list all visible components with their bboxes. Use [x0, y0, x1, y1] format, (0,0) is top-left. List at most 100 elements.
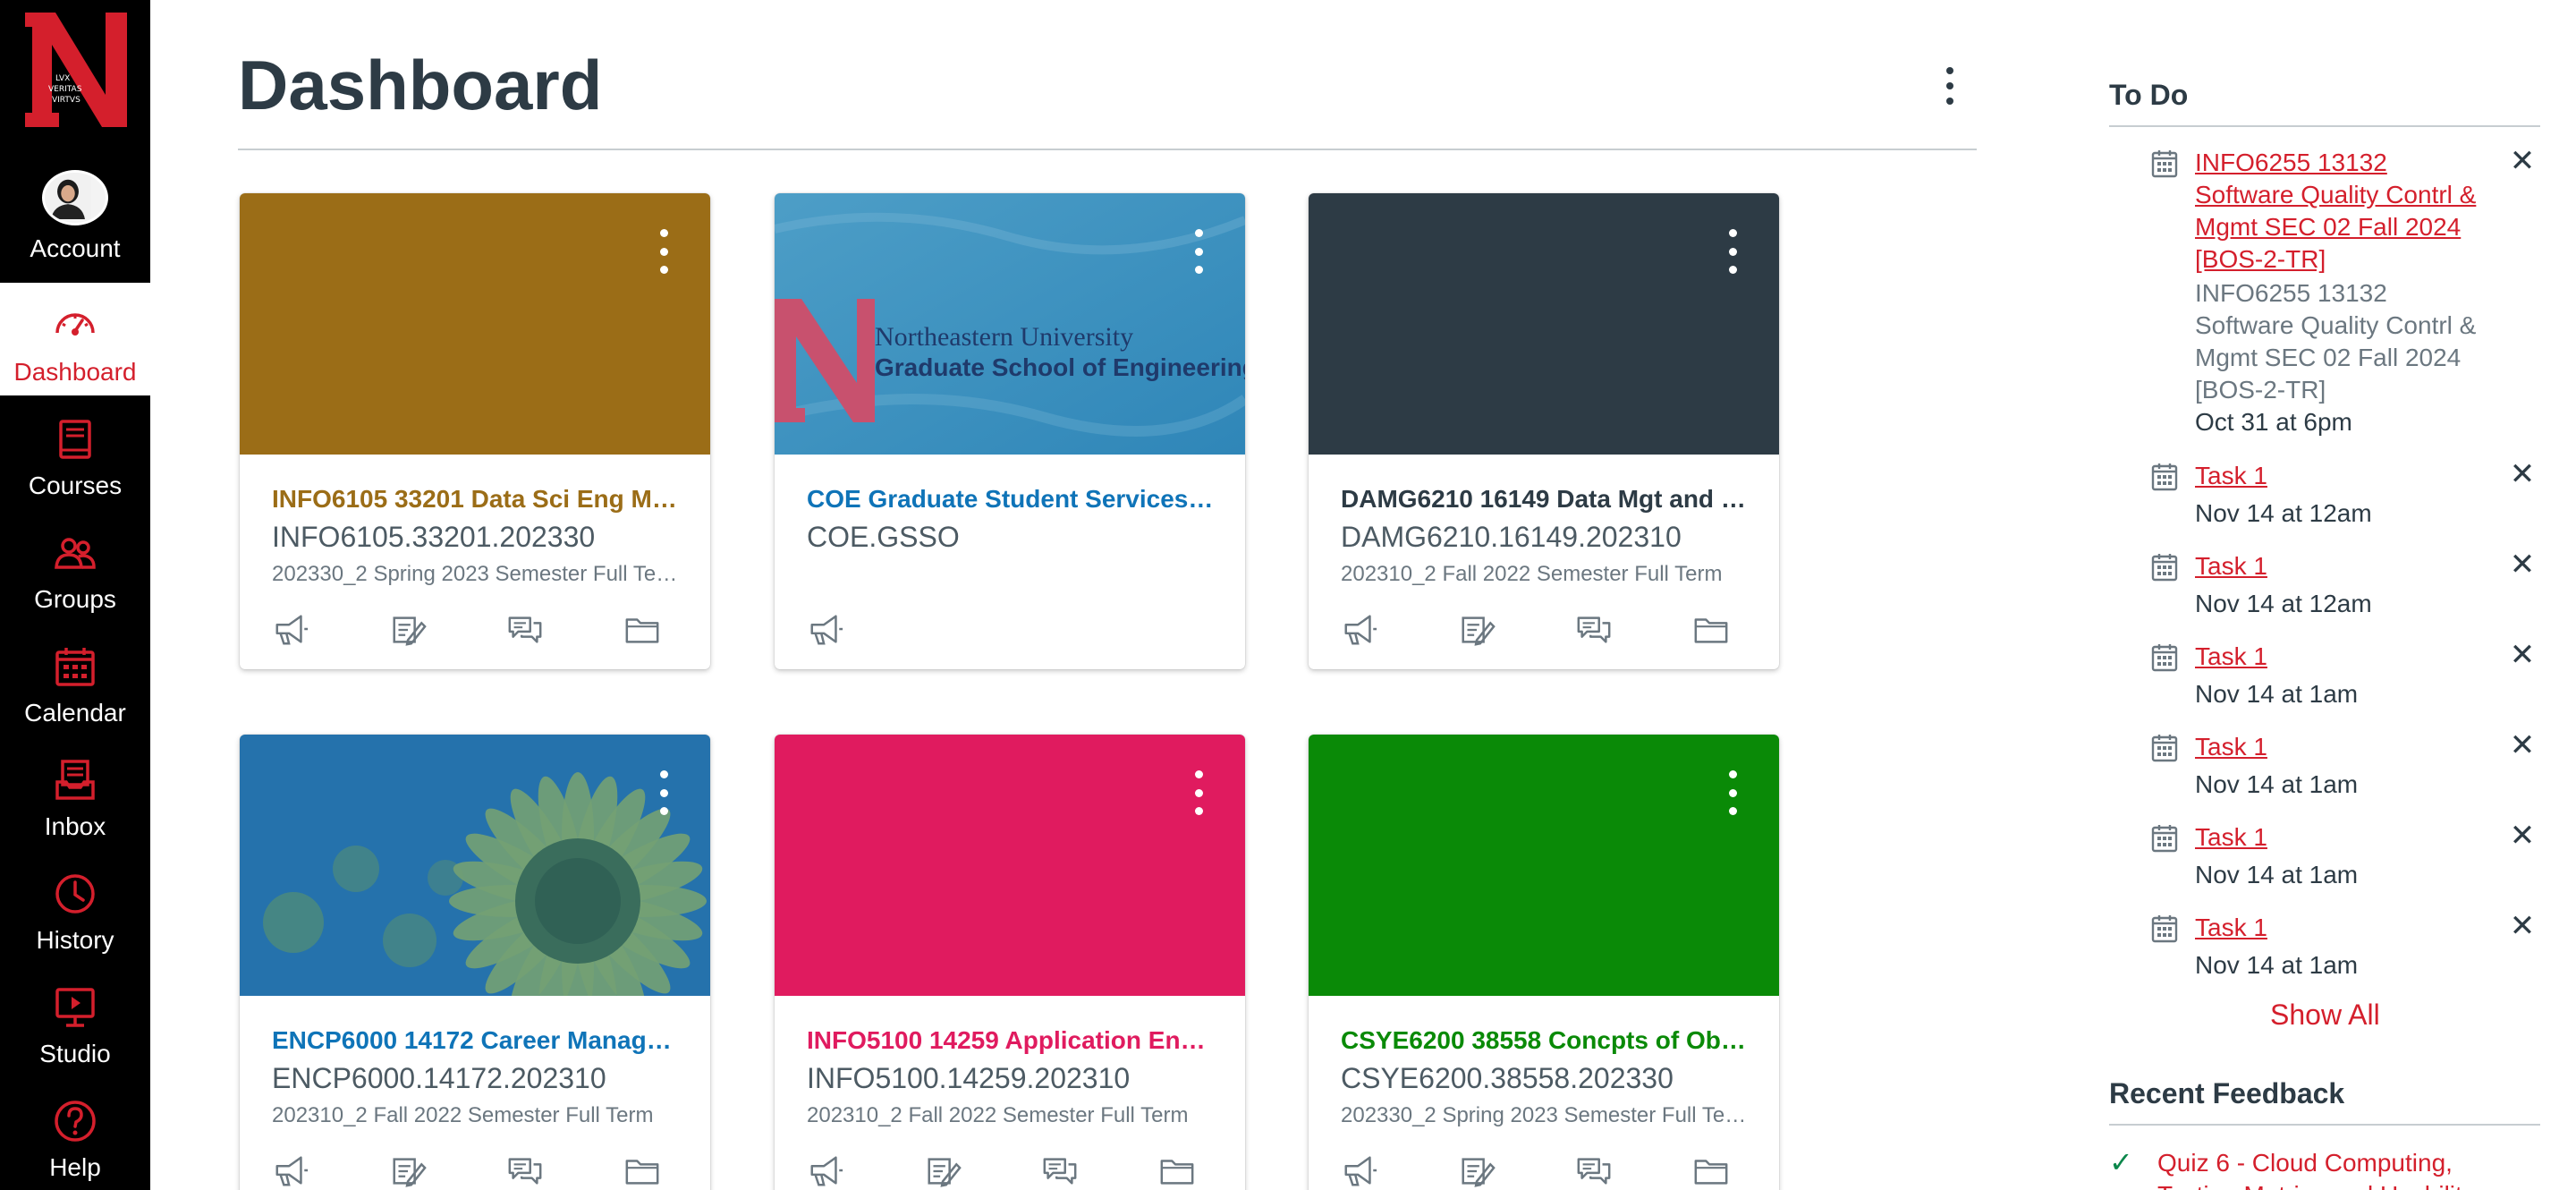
nav-dashboard[interactable]: Dashboard	[0, 283, 150, 395]
dismiss-button[interactable]: ✕	[2508, 548, 2537, 582]
course-card-assignments-button[interactable]	[924, 1150, 1041, 1190]
courses-icon	[59, 420, 91, 459]
course-card-files-button[interactable]	[623, 608, 710, 651]
nav-groups[interactable]: Groups	[0, 510, 150, 623]
course-card-options-button[interactable]	[1722, 770, 1743, 815]
course-card-discussions-button[interactable]	[506, 1150, 623, 1190]
calendar-icon	[2150, 552, 2179, 582]
show-all-link[interactable]: Show All	[2270, 999, 2380, 1032]
files-icon	[1694, 1160, 1728, 1185]
nav-history[interactable]: History	[0, 851, 150, 964]
dismiss-button[interactable]: ✕	[2508, 909, 2537, 943]
course-card-files-button[interactable]	[1692, 1150, 1779, 1190]
course-card-title[interactable]: INFO5100 14259 Application Engineering	[807, 1026, 1215, 1055]
course-card-code: INFO5100.14259.202310	[807, 1062, 1131, 1094]
svg-text:LVX: LVX	[55, 74, 70, 83]
page-title: Dashboard	[238, 46, 603, 124]
nav-studio[interactable]: Studio	[0, 965, 150, 1077]
course-card-discussions-button[interactable]	[1041, 1150, 1158, 1190]
course-card-announcements-button[interactable]	[807, 1150, 924, 1190]
course-card-hero[interactable]	[240, 735, 710, 1030]
course-card[interactable]: INFO5100 14259 Application Engineering I…	[775, 735, 1245, 1190]
kebab-icon	[659, 229, 668, 237]
dismiss-button[interactable]: ✕	[2508, 144, 2537, 178]
course-card-hero[interactable]	[1309, 735, 1779, 996]
todo-item-link[interactable]: Task 1	[2195, 821, 2481, 854]
course-card-files-button[interactable]	[1692, 608, 1779, 651]
course-card-options-button[interactable]	[653, 770, 674, 815]
course-card[interactable]: ENCP6000 14172 Career Management ENCP600…	[240, 735, 710, 1190]
todo-item-link[interactable]: Task 1	[2195, 731, 2481, 763]
course-card-hero[interactable]	[240, 193, 710, 455]
course-card-options-button[interactable]	[1188, 770, 1209, 815]
course-card-files-button[interactable]	[1158, 1150, 1245, 1190]
todo-item-due: Nov 14 at 12am	[2195, 499, 2372, 527]
course-card-announcements-button[interactable]	[1341, 1150, 1458, 1190]
feedback-link[interactable]: Quiz 6 - Cloud Computing, Testing Metric…	[2157, 1147, 2515, 1190]
course-card[interactable]: CSYE6200 38558 Concpts of Object-Oriente…	[1309, 735, 1779, 1190]
course-card-hero[interactable]: Northeastern University Graduate School …	[775, 193, 1245, 455]
dismiss-button[interactable]: ✕	[2508, 819, 2537, 853]
todo-item-link[interactable]: INFO6255 13132 Software Quality Contrl &…	[2195, 147, 2481, 276]
course-card-assignments-button[interactable]	[1458, 608, 1575, 651]
todo-item-due: Nov 14 at 1am	[2195, 770, 2359, 798]
course-card-discussions-button[interactable]	[506, 608, 623, 651]
course-card-title[interactable]: DAMG6210 16149 Data Mgt and Database Des…	[1341, 485, 1749, 514]
dismiss-button[interactable]: ✕	[2508, 728, 2537, 762]
calendar-icon	[2150, 462, 2179, 492]
course-card-options-button[interactable]	[653, 229, 674, 274]
course-card-announcements-button[interactable]	[272, 1150, 389, 1190]
kebab-dot	[1728, 788, 1737, 797]
course-card-announcements-button[interactable]	[1341, 608, 1458, 651]
dashboard-options-button[interactable]	[1932, 63, 1968, 109]
calendar-icon	[2150, 914, 2179, 944]
files-icon	[1694, 618, 1728, 643]
course-card-title[interactable]: ENCP6000 14172 Career Management	[272, 1026, 680, 1055]
course-card-term: 202310_2 Fall 2022 Semester Full Term	[1341, 562, 1723, 586]
course-card-title[interactable]: INFO6105 33201 Data Sci Eng Methods SEC …	[272, 485, 680, 514]
course-card-discussions-button[interactable]	[1575, 1150, 1692, 1190]
course-card-hero[interactable]	[775, 735, 1245, 996]
checkmark-icon: ✓	[2109, 1146, 2133, 1178]
course-card[interactable]: Northeastern University Graduate School …	[775, 193, 1245, 669]
todo-item-link[interactable]: Task 1	[2195, 912, 2481, 944]
course-card-options-button[interactable]	[1722, 229, 1743, 274]
nav-calendar[interactable]: Calendar	[0, 624, 150, 736]
course-card-discussions-button[interactable]	[1575, 608, 1692, 651]
todo-item-link[interactable]: Task 1	[2195, 550, 2481, 582]
course-card[interactable]: INFO6105 33201 Data Sci Eng Methods SEC …	[240, 193, 710, 669]
announcements-icon	[810, 615, 843, 645]
course-card-actions	[272, 608, 710, 651]
dashboard-icon	[55, 313, 95, 336]
files-icon	[625, 1160, 659, 1185]
course-card[interactable]: DAMG6210 16149 Data Mgt and Database Des…	[1309, 193, 1779, 669]
course-card-announcements-button[interactable]	[272, 608, 389, 651]
course-card-options-button[interactable]	[1188, 229, 1209, 274]
course-card-code: COE.GSSO	[807, 521, 960, 553]
course-card-files-button[interactable]	[623, 1150, 710, 1190]
assignments-icon	[928, 1158, 962, 1187]
course-card-hero[interactable]	[1309, 193, 1779, 455]
svg-text:VERITAS: VERITAS	[48, 85, 82, 94]
kebab-dot	[1728, 247, 1737, 256]
course-card-title[interactable]: COE Graduate Student Services Office	[807, 485, 1215, 514]
nav-help[interactable]: Help	[0, 1078, 150, 1190]
course-card-assignments-button[interactable]	[389, 1150, 506, 1190]
course-card-title[interactable]: CSYE6200 38558 Concpts of Object-Oriente…	[1341, 1026, 1749, 1055]
dismiss-button[interactable]: ✕	[2508, 638, 2537, 672]
dismiss-button[interactable]: ✕	[2508, 457, 2537, 491]
nav-courses[interactable]: Courses	[0, 396, 150, 509]
calendar-icon	[55, 648, 95, 686]
course-card-announcements-button[interactable]	[807, 608, 924, 651]
northeastern-logo[interactable]: LVX VERITAS VIRTVS	[0, 0, 150, 136]
nav-inbox[interactable]: Inbox	[0, 737, 150, 850]
discussions-icon	[1043, 1158, 1077, 1185]
todo-item-link[interactable]: Task 1	[2195, 460, 2481, 492]
nav-account[interactable]: Account	[0, 150, 150, 263]
course-card-assignments-button[interactable]	[389, 608, 506, 651]
todo-item-link[interactable]: Task 1	[2195, 641, 2481, 673]
course-card-assignments-button[interactable]	[1458, 1150, 1575, 1190]
discussions-icon	[1577, 616, 1611, 643]
close-icon: ✕	[2509, 909, 2536, 943]
close-icon: ✕	[2509, 819, 2536, 853]
